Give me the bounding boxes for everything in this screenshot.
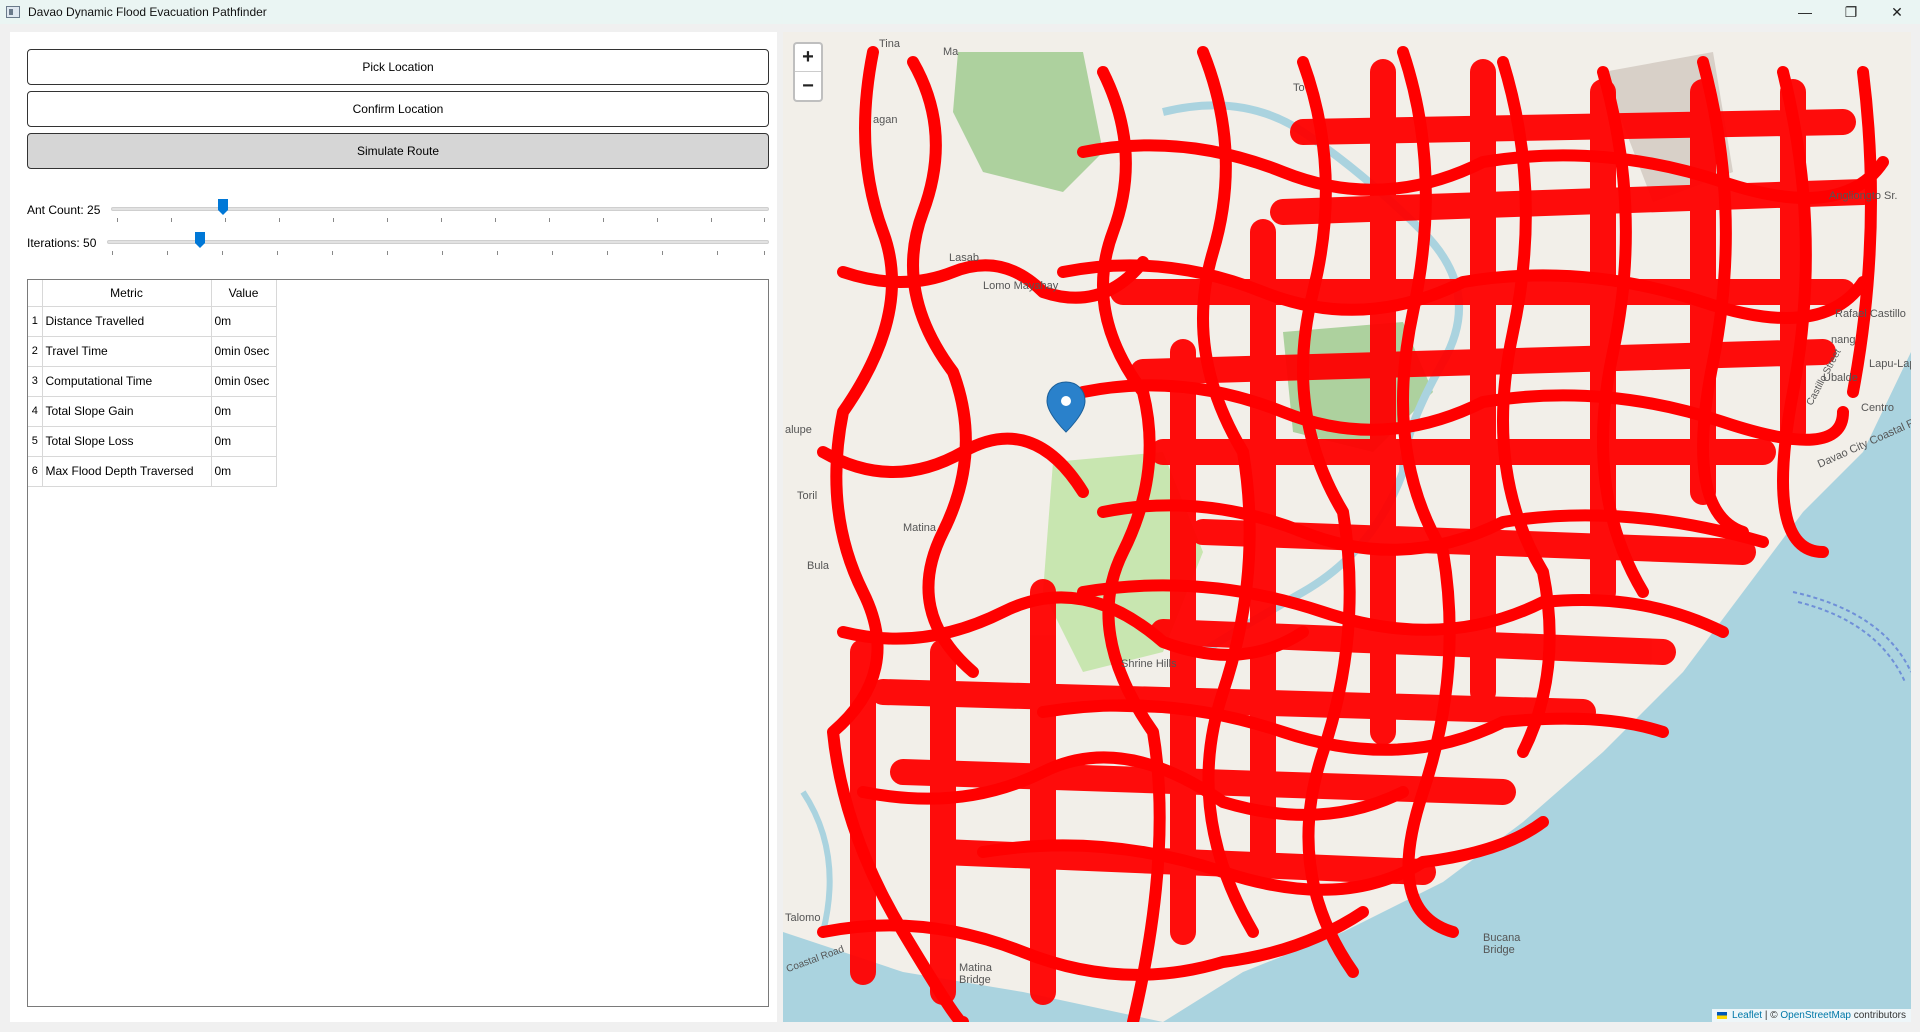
row-number: 2: [28, 336, 43, 367]
header-metric[interactable]: Metric: [42, 280, 212, 307]
map-label-agan: agan: [873, 114, 898, 126]
map-label-matina-bridge: Matina Bridge: [959, 962, 993, 986]
metrics-table-frame: Metric Value 1 Distance Travelled 0m 2 T…: [27, 279, 769, 1007]
value-cell[interactable]: 0min 0sec: [211, 366, 277, 397]
map-label-to: To: [1293, 82, 1305, 94]
map-label-lapu: Lapu-Lap: [1869, 358, 1911, 370]
table-corner: [28, 280, 43, 307]
map-label-centro: Centro: [1861, 402, 1895, 414]
control-panel: Pick Location Confirm Location Simulate …: [10, 32, 777, 1022]
leaflet-link[interactable]: Leaflet: [1732, 1010, 1762, 1021]
value-cell[interactable]: 0m: [211, 306, 277, 337]
iterations-slider-row: Iterations: 50: [27, 226, 769, 256]
map-label-ma: Ma: [943, 46, 959, 58]
ant-count-slider-track[interactable]: [111, 207, 769, 211]
iterations-slider-handle[interactable]: [194, 231, 206, 249]
map-label-angliongto: Angliongto Sr.: [1829, 190, 1898, 202]
metric-cell[interactable]: Travel Time: [42, 336, 212, 367]
metric-cell[interactable]: Distance Travelled: [42, 306, 212, 337]
restore-button[interactable]: ❐: [1828, 0, 1874, 24]
map-label-alupe: alupe: [785, 424, 812, 436]
map-label-shrine-hills: Shrine Hills: [1121, 658, 1177, 670]
title-bar: Davao Dynamic Flood Evacuation Pathfinde…: [0, 0, 1920, 24]
map-label-tina: Tina: [879, 38, 900, 50]
metric-cell[interactable]: Computational Time: [42, 366, 212, 397]
map-label-bucana: Bucana Bridge: [1483, 932, 1521, 956]
ukraine-flag-icon: [1717, 1011, 1728, 1019]
row-number: 3: [28, 366, 43, 397]
table-row[interactable]: 3 Computational Time 0min 0sec: [28, 366, 277, 397]
ant-count-ticks: [117, 218, 765, 222]
metric-cell[interactable]: Total Slope Gain: [42, 396, 212, 427]
map-view[interactable]: Tina Ma agan To Lasab Lomo Mayahay alupe…: [783, 32, 1911, 1022]
zoom-in-button[interactable]: +: [795, 44, 821, 72]
confirm-location-button[interactable]: Confirm Location: [27, 91, 769, 127]
map-label-lasab: Lasab: [949, 252, 979, 264]
close-button[interactable]: ✕: [1874, 0, 1920, 24]
app-icon: [6, 6, 20, 18]
metric-cell[interactable]: Total Slope Loss: [42, 426, 212, 457]
zoom-control: + −: [793, 42, 823, 102]
window-controls: — ❐ ✕: [1782, 0, 1920, 24]
simulate-route-button[interactable]: Simulate Route: [27, 133, 769, 169]
osm-link[interactable]: OpenStreetMap: [1780, 1010, 1851, 1021]
value-cell[interactable]: 0m: [211, 456, 277, 487]
row-number: 5: [28, 426, 43, 457]
map-label-talomo: Talomo: [785, 912, 821, 924]
table-row[interactable]: 1 Distance Travelled 0m: [28, 306, 277, 337]
map-label-bula: Bula: [807, 560, 830, 572]
ant-count-slider-handle[interactable]: [217, 198, 229, 216]
table-row[interactable]: 5 Total Slope Loss 0m: [28, 426, 277, 457]
value-cell[interactable]: 0m: [211, 426, 277, 457]
row-number: 4: [28, 396, 43, 427]
map-canvas[interactable]: [783, 32, 1911, 1022]
map-label-matina: Matina: [903, 522, 937, 534]
ant-count-label: Ant Count: 25: [27, 203, 101, 217]
window-title: Davao Dynamic Flood Evacuation Pathfinde…: [28, 5, 267, 19]
iterations-ticks: [112, 251, 765, 255]
attribution-separator: | ©: [1762, 1010, 1781, 1021]
map-label-lomayahay: Lomo Mayahay: [983, 280, 1059, 292]
map-attribution: Leaflet | © OpenStreetMap contributors: [1712, 1009, 1911, 1022]
map-label-nang: nang: [1831, 334, 1856, 346]
header-value[interactable]: Value: [211, 280, 277, 307]
ant-count-slider-row: Ant Count: 25: [27, 193, 769, 223]
row-number: 1: [28, 306, 43, 337]
value-cell[interactable]: 0m: [211, 396, 277, 427]
metric-cell[interactable]: Max Flood Depth Traversed: [42, 456, 212, 487]
row-number: 6: [28, 456, 43, 487]
map-label-toril: Toril: [797, 490, 818, 502]
iterations-label: Iterations: 50: [27, 236, 97, 250]
attribution-tail: contributors: [1850, 1010, 1906, 1021]
minimize-button[interactable]: —: [1782, 0, 1828, 24]
pick-location-button[interactable]: Pick Location: [27, 49, 769, 85]
value-cell[interactable]: 0min 0sec: [211, 336, 277, 367]
metrics-table: Metric Value 1 Distance Travelled 0m 2 T…: [28, 280, 277, 487]
table-row[interactable]: 6 Max Flood Depth Traversed 0m: [28, 456, 277, 487]
zoom-out-button[interactable]: −: [795, 72, 821, 100]
table-row[interactable]: 2 Travel Time 0min 0sec: [28, 336, 277, 367]
map-label-rafael: Rafael Castillo: [1835, 308, 1906, 320]
iterations-slider-track[interactable]: [107, 240, 769, 244]
table-row[interactable]: 4 Total Slope Gain 0m: [28, 396, 277, 427]
